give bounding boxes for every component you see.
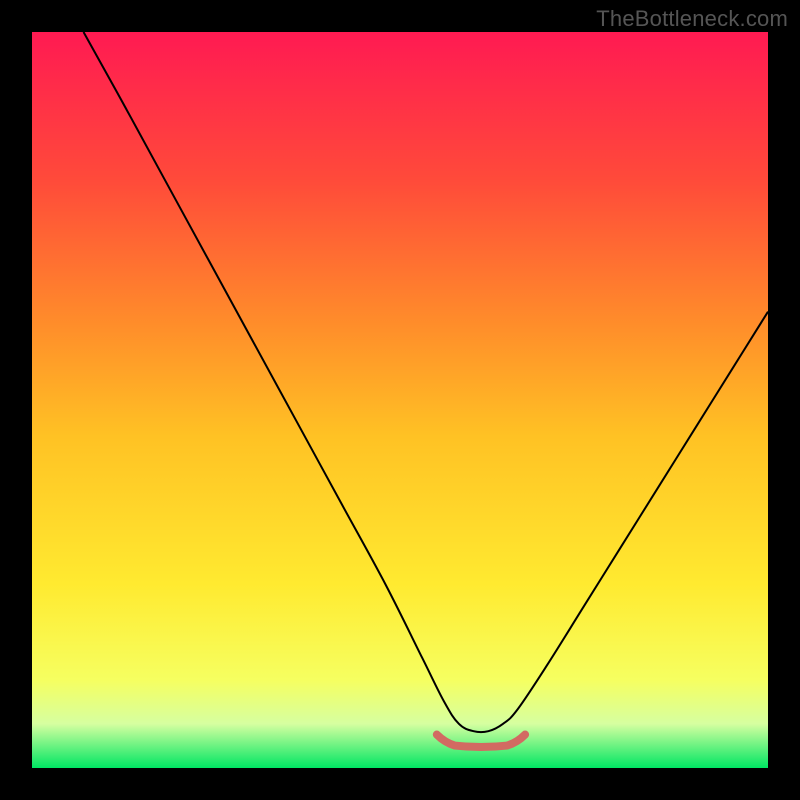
- chart-frame: TheBottleneck.com: [0, 0, 800, 800]
- plot-area: [32, 32, 768, 768]
- gradient-background: [32, 32, 768, 768]
- bottleneck-chart: [32, 32, 768, 768]
- watermark-label: TheBottleneck.com: [596, 6, 788, 32]
